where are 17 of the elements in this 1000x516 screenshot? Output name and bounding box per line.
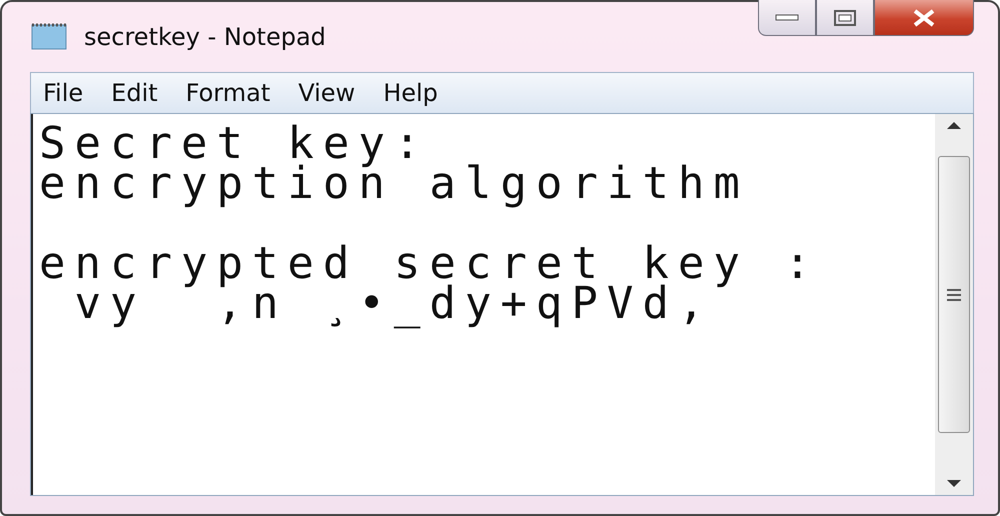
scroll-up-icon[interactable] <box>947 120 961 130</box>
menu-item[interactable]: File <box>43 79 84 107</box>
grip-icon <box>947 288 961 300</box>
menu-item[interactable]: Help <box>383 79 438 107</box>
menu-item[interactable]: Format <box>186 79 270 107</box>
maximize-icon <box>834 10 856 26</box>
scroll-down-icon[interactable] <box>947 479 961 489</box>
close-icon <box>911 8 937 26</box>
close-button[interactable] <box>874 0 974 36</box>
minimize-button[interactable] <box>758 0 816 36</box>
scroll-thumb[interactable] <box>938 156 970 433</box>
minimize-icon <box>775 14 799 22</box>
menu-item[interactable]: View <box>298 79 356 107</box>
maximize-button[interactable] <box>816 0 874 36</box>
scrollbar[interactable] <box>935 114 973 495</box>
menu-item[interactable]: Edit <box>111 79 158 107</box>
window-title: secretkey - Notepad <box>84 23 327 51</box>
